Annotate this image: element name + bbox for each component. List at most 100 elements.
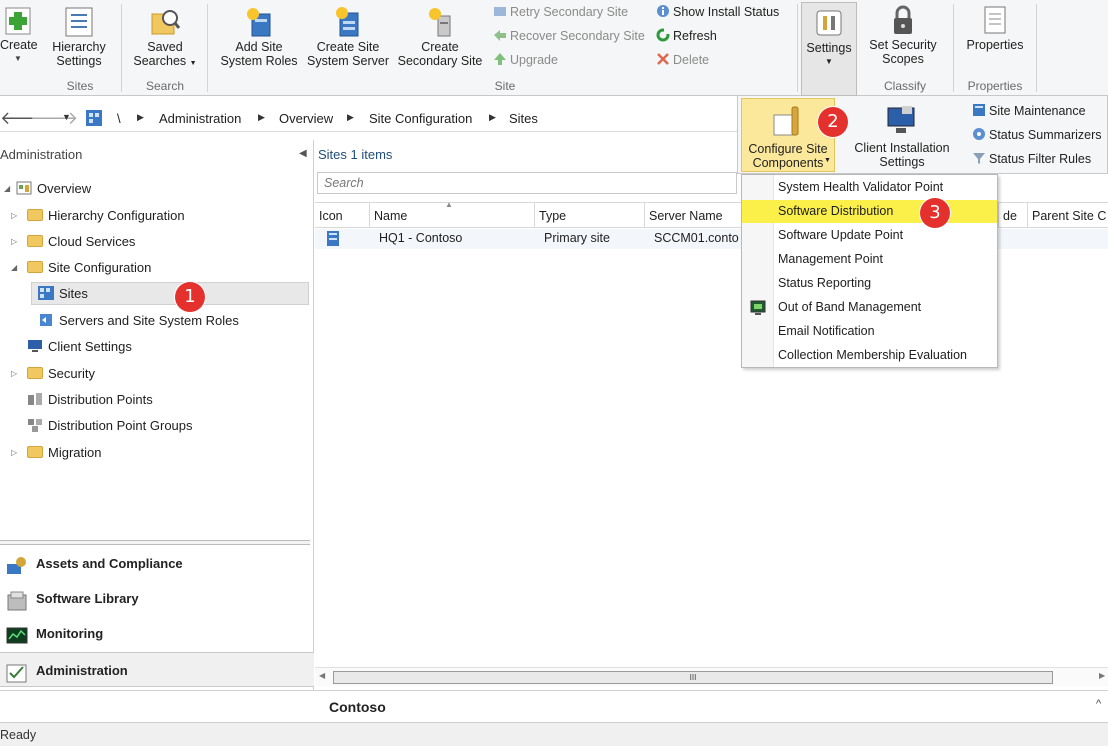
refresh-icon: [656, 28, 670, 42]
client-installation-settings-button[interactable]: Client Installation Settings: [838, 98, 966, 172]
menu-item-collection-membership-evaluation[interactable]: Collection Membership Evaluation: [742, 344, 997, 367]
column-header-server-name[interactable]: Server Name: [645, 203, 755, 227]
saved-searches-button[interactable]: Saved Searches ▼: [128, 6, 202, 71]
tree-item-distribution-point-groups[interactable]: Distribution Point Groups: [27, 415, 193, 437]
configure-site-components-button[interactable]: Configure Site Components ▼: [741, 98, 835, 172]
status-bar: Ready: [0, 722, 1108, 746]
delete-button[interactable]: Delete: [656, 51, 709, 69]
history-dropdown-icon[interactable]: ▼: [62, 112, 71, 122]
workspace-splitter[interactable]: [0, 540, 310, 545]
annotation-badge-2: 2: [818, 107, 848, 137]
tree-item-servers-and-site-system-roles[interactable]: Servers and Site System Roles: [38, 310, 239, 332]
scroll-left-icon[interactable]: ◀: [319, 671, 325, 680]
ribbon-separator: [207, 4, 208, 92]
administration-icon: [6, 661, 28, 683]
hierarchy-settings-button[interactable]: Hierarchy Settings: [46, 6, 112, 68]
tree-item-overview[interactable]: Overview: [16, 178, 91, 200]
collapsed-arrow-icon[interactable]: ▷: [11, 442, 17, 464]
configure-site-components-label: Configure Site Components: [748, 142, 828, 170]
tree-item-distribution-points[interactable]: Distribution Points: [27, 389, 153, 411]
tree-item-site-configuration[interactable]: Site Configuration: [27, 257, 151, 279]
details-collapse-icon[interactable]: ^: [1096, 698, 1101, 710]
group-label-properties: Properties: [967, 79, 1023, 93]
collapsed-arrow-icon[interactable]: ▷: [11, 231, 17, 253]
column-header-type[interactable]: Type: [535, 203, 645, 227]
upgrade-button[interactable]: Upgrade: [493, 51, 558, 69]
hierarchy-settings-label: Hierarchy Settings: [52, 40, 106, 68]
set-security-scopes-button[interactable]: Set Security Scopes: [863, 4, 943, 66]
refresh-button[interactable]: Refresh: [656, 27, 717, 45]
menu-item-out-of-band-management[interactable]: Out of Band Management: [742, 296, 997, 319]
show-install-status-button[interactable]: Show Install Status: [656, 3, 779, 21]
menu-item-software-distribution[interactable]: Software Distribution: [742, 200, 997, 223]
tree-item-sites[interactable]: Sites: [38, 283, 88, 305]
menu-item-status-reporting[interactable]: Status Reporting: [742, 272, 997, 295]
workspace-label: Monitoring: [36, 626, 104, 641]
status-filter-rules-button[interactable]: Status Filter Rules: [972, 150, 1091, 168]
ribbon-separator: [1036, 4, 1037, 92]
tree-label: Migration: [48, 445, 102, 460]
tree-item-security[interactable]: Security: [27, 363, 95, 385]
tree-item-hierarchy-configuration[interactable]: Hierarchy Configuration: [27, 205, 185, 227]
menu-item-software-update-point[interactable]: Software Update Point: [742, 224, 997, 247]
breadcrumb-site-configuration[interactable]: Site Configuration: [369, 111, 472, 126]
workspace-assets-and-compliance[interactable]: Assets and Compliance: [0, 546, 314, 581]
collapsed-arrow-icon[interactable]: ▷: [11, 205, 17, 227]
menu-item-email-notification[interactable]: Email Notification: [742, 320, 997, 343]
create-site-system-server-button[interactable]: Create Site System Server: [305, 6, 391, 68]
set-security-scopes-label: Set Security Scopes: [869, 38, 937, 66]
workspace-administration[interactable]: Administration: [0, 652, 314, 687]
scroll-right-icon[interactable]: ▶: [1099, 671, 1105, 680]
create-button[interactable]: Create ▼: [0, 6, 38, 66]
forward-arrow-icon[interactable]: 🡒: [30, 108, 78, 129]
cell-server-name: SCCM01.conto: [654, 231, 739, 245]
folder-icon: [27, 209, 43, 221]
settings-label: Settings: [806, 41, 852, 55]
results-title: Sites 1 items: [318, 147, 393, 162]
horizontal-scrollbar[interactable]: ◀ III ▶: [315, 667, 1108, 686]
workspace-software-library[interactable]: Software Library: [0, 581, 314, 616]
upgrade-label: Upgrade: [510, 53, 558, 67]
ribbon: Create ▼ Hierarchy Settings Sites Saved …: [0, 0, 1108, 96]
status-text: Ready: [0, 728, 37, 742]
properties-button[interactable]: Properties: [958, 4, 1032, 52]
out-of-band-management-icon: [750, 300, 766, 319]
info-icon: [656, 4, 670, 18]
tree-label: Distribution Points: [48, 392, 153, 407]
status-summarizers-button[interactable]: Status Summarizers: [972, 126, 1102, 144]
tree-label: Client Settings: [48, 339, 132, 354]
recover-secondary-site-button[interactable]: Recover Secondary Site: [493, 27, 645, 45]
breadcrumb-root[interactable]: \: [117, 111, 121, 126]
add-site-system-roles-button[interactable]: Add Site System Roles: [218, 6, 300, 68]
breadcrumb-sites[interactable]: Sites: [509, 111, 538, 126]
menu-item-system-health-validator-point[interactable]: System Health Validator Point: [742, 176, 997, 199]
site-maintenance-button[interactable]: Site Maintenance: [972, 102, 1086, 120]
tree-label: Sites: [59, 286, 88, 301]
expanded-arrow-icon[interactable]: ◢: [4, 178, 10, 200]
tree-item-migration[interactable]: Migration: [27, 442, 101, 464]
breadcrumb-overview[interactable]: Overview: [279, 111, 333, 126]
scrollbar-thumb[interactable]: III: [333, 671, 1053, 684]
tree-item-cloud-services[interactable]: Cloud Services: [27, 231, 135, 253]
ribbon-separator: [121, 4, 122, 92]
collapse-pane-icon[interactable]: ◀: [299, 148, 307, 159]
breadcrumb-administration[interactable]: Administration: [159, 111, 241, 126]
search-input[interactable]: Search: [317, 172, 737, 194]
site-maintenance-label: Site Maintenance: [989, 104, 1086, 118]
assets-and-compliance-icon: [6, 554, 28, 574]
show-install-status-label: Show Install Status: [673, 5, 780, 19]
menu-item-management-point[interactable]: Management Point: [742, 248, 997, 271]
tree-item-client-settings[interactable]: Client Settings: [27, 336, 132, 358]
configure-site-components-icon: [772, 105, 806, 142]
create-secondary-site-button[interactable]: Create Secondary Site: [396, 6, 484, 68]
annotation-badge-3: 3: [920, 198, 950, 228]
column-header-icon[interactable]: Icon: [315, 203, 370, 227]
column-header-site-code[interactable]: de: [998, 203, 1028, 227]
column-header-parent-site-code[interactable]: Parent Site C: [1028, 203, 1108, 227]
collapsed-arrow-icon[interactable]: ▷: [11, 363, 17, 385]
workspace-monitoring[interactable]: Monitoring: [0, 616, 314, 651]
expanded-arrow-icon[interactable]: ◢: [11, 257, 17, 279]
settings-button[interactable]: Settings ▼: [801, 2, 857, 96]
tree-label: Overview: [37, 181, 92, 196]
retry-secondary-site-button[interactable]: Retry Secondary Site: [493, 3, 628, 21]
